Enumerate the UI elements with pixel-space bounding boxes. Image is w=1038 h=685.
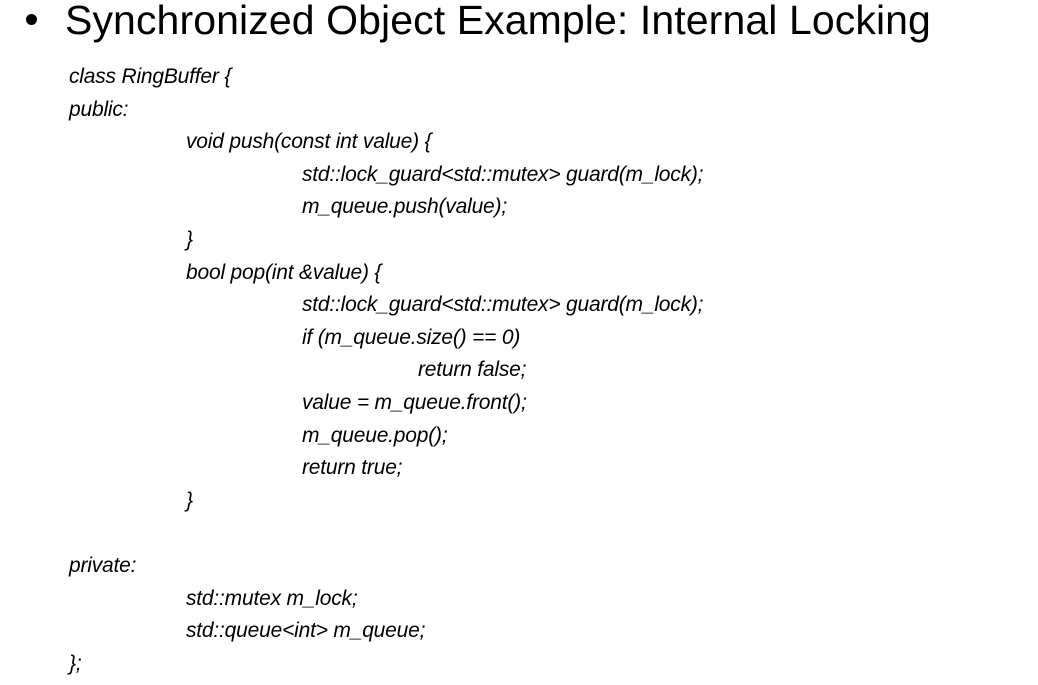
slide-title: Synchronized Object Example: Internal Lo… [65, 0, 931, 43]
code-line: public: [69, 97, 129, 121]
code-line: std::lock_guard<std::mutex> guard(m_lock… [302, 293, 704, 317]
code-line: return true; [302, 456, 403, 480]
code-line: std::queue<int> m_queue; [186, 619, 426, 643]
code-line: private: [69, 554, 137, 577]
code-line: }; [69, 651, 82, 675]
code-line: std::lock_guard<std::mutex> guard(m_lock… [302, 162, 704, 186]
code-line: if (m_queue.size() == 0) [302, 325, 521, 349]
code-line: return false; [418, 358, 527, 382]
slide: Synchronized Object Example: Internal Lo… [0, 0, 1038, 685]
code-line: } [186, 488, 193, 512]
code-line: value = m_queue.front(); [302, 391, 527, 414]
code-line: class RingBuffer { [69, 65, 232, 88]
bullet-icon [26, 14, 37, 25]
code-line: } [186, 228, 193, 251]
code-line: m_queue.pop(); [302, 423, 448, 447]
code-line: std::mutex m_lock; [186, 586, 358, 610]
code-line: void push(const int value) { [186, 130, 432, 154]
code-line: m_queue.push(value); [302, 195, 507, 219]
code-line: bool pop(int &value) { [186, 260, 382, 284]
